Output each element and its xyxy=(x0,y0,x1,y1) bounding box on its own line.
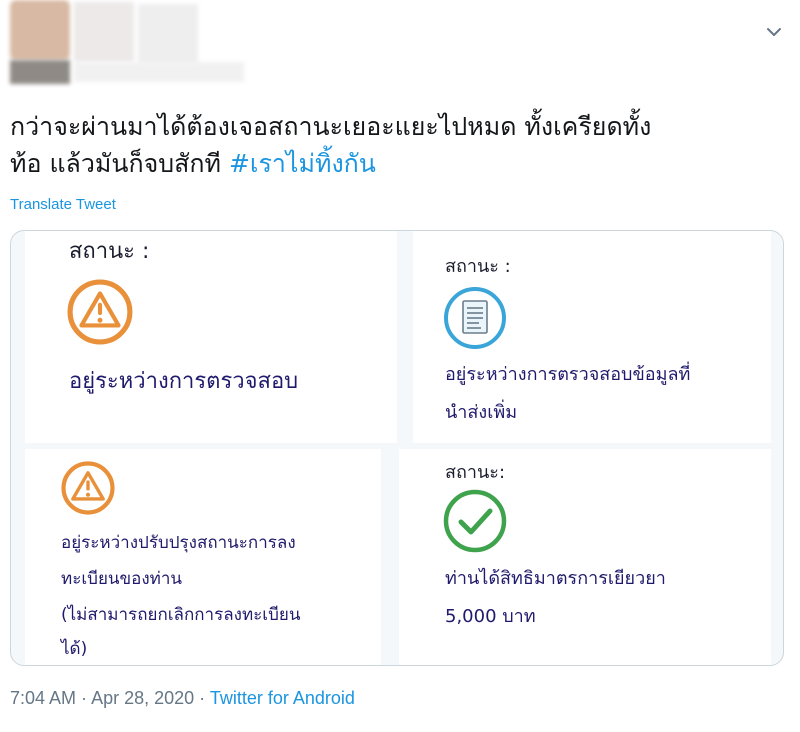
status-text-line3: (ไม่สามารถยกเลิกการลงทะเบียน xyxy=(61,605,301,625)
status-text: อยู่ระหว่างการตรวจสอบ xyxy=(69,369,299,394)
tweet-text-line2: ท้อ แล้วมันก็จบสักที #เราไม่ทิ้งกัน xyxy=(10,145,780,182)
status-text-line2: ทะเบียนของท่าน xyxy=(61,569,183,589)
status-panel-bottom-left: อยู่ระหว่างปรับปรุงสถานะการลง ทะเบียนของ… xyxy=(25,449,381,665)
check-circle-icon xyxy=(443,489,507,553)
document-icon xyxy=(444,287,506,349)
translate-tweet-link[interactable]: Translate Tweet xyxy=(10,196,116,213)
warning-icon xyxy=(61,461,115,515)
meta-separator: · xyxy=(76,688,92,708)
status-panel-top-right: สถานะ : อยู่ระหว่างการตรวจสอบข้อมูลที่ น… xyxy=(413,231,771,443)
blurred-user-info xyxy=(10,0,250,84)
status-label: สถานะ : xyxy=(445,256,511,277)
status-text-line1: อยู่ระหว่างการตรวจสอบข้อมูลที่ xyxy=(445,364,691,385)
hashtag-link[interactable]: #เราไม่ทิ้งกัน xyxy=(229,149,376,178)
tweet-metadata: 7:04 AM · Apr 28, 2020 · Twitter for And… xyxy=(10,688,355,709)
attached-image-card[interactable]: สถานะ : อยู่ระหว่างการตรวจสอบ สถานะ : อย… xyxy=(10,230,784,666)
tweet-date[interactable]: Apr 28, 2020 xyxy=(91,688,194,708)
tweet-text-line1: กว่าจะผ่านมาได้ต้องเจอสถานะเยอะแยะไปหมด … xyxy=(10,112,652,141)
status-panel-top-left: สถานะ : อยู่ระหว่างการตรวจสอบ xyxy=(25,231,397,443)
meta-separator: · xyxy=(194,688,210,708)
warning-icon xyxy=(67,279,133,345)
status-text-line1: อยู่ระหว่างปรับปรุงสถานะการลง xyxy=(61,533,296,553)
tweet-source-link[interactable]: Twitter for Android xyxy=(210,688,355,708)
status-panel-bottom-right: สถานะ: ท่านได้สิทธิมาตรการเยียวยา 5,000 … xyxy=(399,449,771,665)
status-text-line1: ท่านได้สิทธิมาตรการเยียวยา xyxy=(445,568,666,589)
chevron-down-icon[interactable] xyxy=(764,22,784,42)
status-text-line2: 5,000 บาท xyxy=(445,606,536,627)
tweet-time[interactable]: 7:04 AM xyxy=(10,688,76,708)
status-text-line2: นำส่งเพิ่ม xyxy=(445,402,518,423)
tweet-text: กว่าจะผ่านมาได้ต้องเจอสถานะเยอะแยะไปหมด … xyxy=(10,108,780,182)
status-text-line4: ได้) xyxy=(61,639,88,659)
status-label: สถานะ: xyxy=(445,462,506,483)
tweet-text-line2-body: ท้อ แล้วมันก็จบสักที xyxy=(10,149,229,178)
status-label: สถานะ : xyxy=(69,239,150,264)
